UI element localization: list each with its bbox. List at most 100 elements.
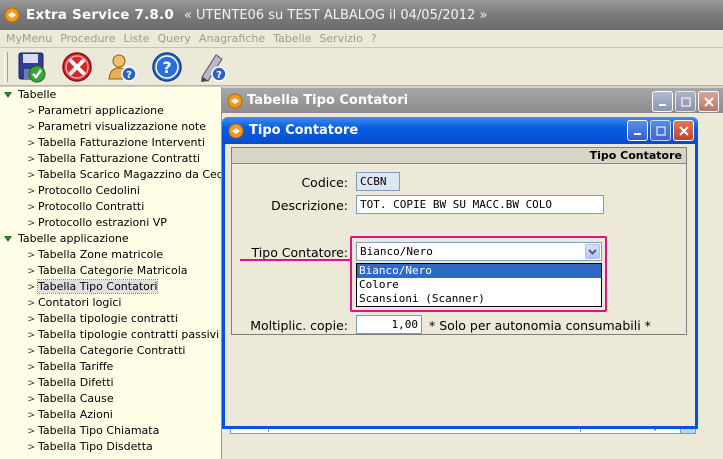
tree-item[interactable]: > Tabella Azioni <box>0 407 221 423</box>
descrizione-label: Descrizione: <box>271 198 348 213</box>
tree-group-tabelle-applicazione[interactable]: Tabelle applicazione <box>0 231 221 247</box>
tree-item[interactable]: > Contatori logici <box>0 295 221 311</box>
tree-item[interactable]: > Tabella Tariffe <box>0 359 221 375</box>
tree-item-label: Tabella tipologie contratti passivi <box>38 328 220 341</box>
tree-item[interactable]: > Parametri visualizzazione note <box>0 119 221 135</box>
chevron-right-icon: > <box>27 186 36 197</box>
tree-item[interactable]: > Tabella Fatturazione Contratti <box>0 151 221 167</box>
chevron-right-icon: > <box>27 250 36 261</box>
descrizione-field[interactable]: TOT. COPIE BW SU MACC.BW COLO <box>356 195 604 214</box>
chevron-right-icon: > <box>27 330 36 341</box>
expand-triangle-icon[interactable] <box>4 236 12 242</box>
chevron-right-icon: > <box>27 410 36 421</box>
mdi-title-bar[interactable]: Tabella Tipo Contatori <box>222 88 723 113</box>
menu-liste[interactable]: Liste <box>120 32 154 45</box>
chevron-right-icon: > <box>27 442 36 453</box>
minimize-button[interactable] <box>627 120 648 141</box>
menu-anagrafiche[interactable]: Anagrafiche <box>196 32 270 45</box>
chevron-right-icon: > <box>27 122 36 133</box>
tree-item[interactable]: >Tabella Scarico Magazzino da Cedolini <box>0 167 221 183</box>
chevron-right-icon: > <box>27 154 36 165</box>
tree-item-label: Tabella Cause <box>38 392 114 405</box>
tree-item-label: Protocollo Contratti <box>38 200 145 213</box>
menu-procedure[interactable]: Procedure <box>57 32 120 45</box>
user-help-icon[interactable]: ? <box>104 50 140 84</box>
moltiplic-copie-label: Moltiplic. copie: <box>250 318 348 333</box>
minimize-icon <box>658 103 666 106</box>
tree-item[interactable]: > Tabella Fatturazione Interventi <box>0 135 221 151</box>
tree-item[interactable]: > Tabella Zone matricole <box>0 247 221 263</box>
dialog-title: Tipo Contatore <box>249 123 359 138</box>
panel-header: Tipo Contatore <box>232 148 686 164</box>
tree-item-selected[interactable]: > Tabella Tipo Contatori <box>0 279 221 295</box>
tree-item-label: Parametri applicazione <box>38 104 164 117</box>
tree-item-label: Tabella Azioni <box>38 408 113 421</box>
mdi-title: Tabella Tipo Contatori <box>247 93 409 108</box>
menu-tabelle[interactable]: Tabelle <box>270 32 316 45</box>
tree-item[interactable]: > Parametri applicazione <box>0 103 221 119</box>
chevron-right-icon: > <box>27 346 36 357</box>
tree-item-label: Contatori logici <box>38 296 122 309</box>
app-logo-icon <box>4 7 20 23</box>
chevron-right-icon: > <box>27 170 36 181</box>
tree-item[interactable]: > Tabella Categorie Contratti <box>0 343 221 359</box>
svg-text:?: ? <box>126 70 132 81</box>
tree-item[interactable]: > Protocollo Cedolini <box>0 183 221 199</box>
menu-query[interactable]: Query <box>154 32 195 45</box>
minimize-icon <box>633 132 641 135</box>
tree-item-label: Tabella Categorie Contratti <box>38 344 186 357</box>
tipo-contatore-label: Tipo Contatore: <box>251 245 348 260</box>
dialog-title-bar[interactable]: Tipo Contatore <box>222 117 698 144</box>
help-icon[interactable]: ? <box>149 50 185 84</box>
tree-item[interactable]: > Tabella Difetti <box>0 375 221 391</box>
chevron-right-icon: > <box>27 378 36 389</box>
tree-item-label: Tabella Fatturazione Contratti <box>38 152 201 165</box>
close-button[interactable] <box>673 120 694 141</box>
chevron-right-icon: > <box>27 106 36 117</box>
annotation-underline <box>240 259 350 261</box>
close-icon <box>678 125 689 136</box>
tree-group-label: Tabelle <box>18 88 57 101</box>
maximize-button[interactable] <box>675 91 696 112</box>
expand-triangle-icon[interactable] <box>4 92 12 98</box>
toolbar-grip[interactable] <box>4 51 8 82</box>
minimize-button[interactable] <box>652 91 673 112</box>
tree-item[interactable]: > Tabella Cause <box>0 391 221 407</box>
menu-servizio[interactable]: Servizio <box>316 32 367 45</box>
tree-item[interactable]: > Protocollo estrazioni VP <box>0 215 221 231</box>
chevron-right-icon: > <box>27 266 36 277</box>
moltiplic-copie-field[interactable]: 1,00 <box>356 315 422 334</box>
tree-item-label: Tabella tipologie contratti <box>38 312 178 325</box>
tree-item-label: Tabella Difetti <box>38 376 114 389</box>
chevron-right-icon: > <box>27 394 36 405</box>
app-title: Extra Service 7.8.0 <box>26 7 174 23</box>
tree-item[interactable]: > Tabella tipologie contratti <box>0 311 221 327</box>
tree-item[interactable]: > Tabella Categorie Matricola <box>0 263 221 279</box>
cancel-x-icon[interactable] <box>59 50 95 84</box>
annotation-highlight-box <box>350 236 607 312</box>
save-check-icon[interactable] <box>14 50 50 84</box>
svg-text:?: ? <box>162 58 171 77</box>
tree-group-tabelle[interactable]: Tabelle <box>0 87 221 103</box>
tree-item[interactable]: > Tabella Tipo Chiamata <box>0 423 221 439</box>
tree-item-label: Tabella Tipo Contatori <box>36 279 159 294</box>
tree-item[interactable]: > Protocollo Contratti <box>0 199 221 215</box>
codice-field[interactable]: CCBN <box>356 172 400 191</box>
chevron-right-icon: > <box>27 298 36 309</box>
tree-item-label: Tabella Zone matricole <box>38 248 164 261</box>
navigation-tree: Tabelle > Parametri applicazione > Paramet… <box>0 87 222 459</box>
tree-item[interactable]: > Tabella Tipo Disdetta <box>0 439 221 455</box>
menu-help[interactable]: ? <box>368 32 382 45</box>
moltiplic-note: * Solo per autonomia consumabili * <box>429 318 651 333</box>
tree-item-label: Tabella Tariffe <box>38 360 114 373</box>
chevron-right-icon: > <box>27 314 36 325</box>
chevron-right-icon: > <box>27 218 36 229</box>
tree-item-label: Parametri visualizzazione note <box>38 120 207 133</box>
close-button[interactable] <box>698 91 719 112</box>
tree-item[interactable]: > Tabella tipologie contratti passivi <box>0 327 221 343</box>
menu-mymenu[interactable]: MyMenu <box>3 32 57 45</box>
maximize-button[interactable] <box>650 120 671 141</box>
chevron-right-icon: > <box>27 138 36 149</box>
chevron-right-icon: > <box>27 282 36 293</box>
edit-help-icon[interactable]: ? <box>194 50 230 84</box>
